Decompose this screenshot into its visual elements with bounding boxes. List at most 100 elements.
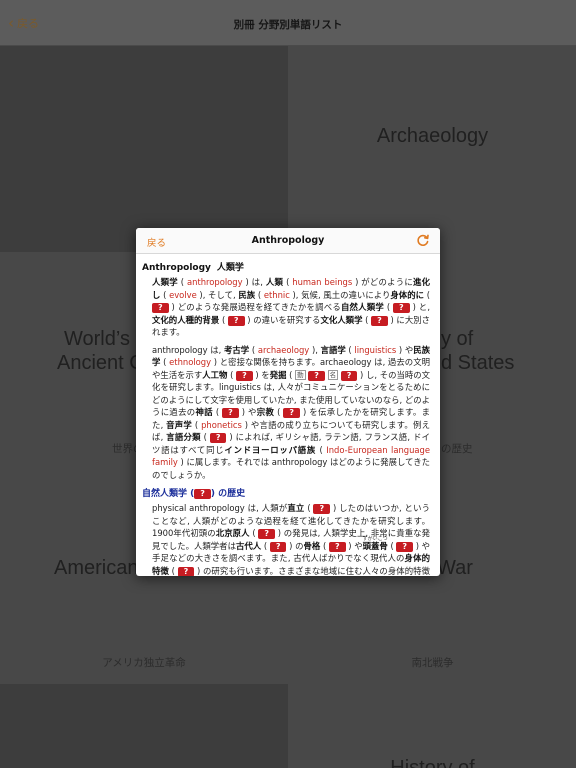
text: ( bbox=[316, 444, 327, 455]
english-term: evolve bbox=[169, 289, 197, 300]
term: 古代人 bbox=[235, 540, 262, 551]
hidden-answer-button[interactable]: ? bbox=[222, 408, 239, 418]
english-term: archaeology bbox=[257, 344, 310, 355]
text: ) や bbox=[345, 540, 363, 551]
popover-header: 戻る Anthropology bbox=[136, 228, 440, 254]
tile-title: War bbox=[437, 557, 473, 579]
hidden-answer-button[interactable]: ? bbox=[393, 303, 410, 313]
text: ( bbox=[387, 540, 397, 551]
term: 考古学 bbox=[224, 344, 250, 355]
hidden-answer-button[interactable]: ? bbox=[308, 370, 325, 381]
text: ( bbox=[160, 289, 170, 300]
text: ( bbox=[255, 289, 264, 300]
ruby-reading: ずがいこつ bbox=[362, 535, 388, 542]
hidden-answer-button[interactable]: ? bbox=[194, 489, 211, 499]
text: ( bbox=[261, 540, 270, 551]
hidden-answer-button[interactable]: ? bbox=[177, 566, 195, 576]
ruby-term: ずがいこつ 頭蓋骨 bbox=[363, 536, 388, 553]
text: ( bbox=[160, 357, 170, 367]
hidden-answer-button[interactable]: ? bbox=[209, 433, 227, 443]
hidden-answer-button[interactable]: ? bbox=[269, 541, 287, 552]
text: 自然人類学 ( bbox=[142, 489, 195, 499]
text: ) どのような発展過程を経てきたかを調べる bbox=[168, 302, 341, 312]
hidden-answer-button[interactable]: ? bbox=[152, 303, 169, 313]
hidden-answer-button[interactable]: ? bbox=[396, 541, 414, 552]
hidden-answer-button[interactable]: ? bbox=[340, 370, 358, 381]
text: ) の違いを研究する bbox=[244, 314, 321, 325]
text: ), 気候, 風土の違いにより bbox=[289, 289, 391, 300]
text: ) と, bbox=[409, 302, 431, 312]
hidden-answer-button[interactable]: ? bbox=[236, 370, 253, 381]
tile-title: World’s bbox=[64, 328, 130, 350]
section-heading-jp: 人類学 bbox=[216, 263, 244, 273]
term: 身体的に bbox=[390, 289, 425, 300]
section-heading: Anthropology 人類学 bbox=[142, 260, 434, 273]
paragraph: physical anthropology は, 人類が直立 ( ? ) したの… bbox=[142, 502, 434, 576]
topic-tile-history[interactable]: History of bbox=[289, 684, 576, 768]
term: 人類学 bbox=[152, 277, 178, 287]
text: ) の歴史 bbox=[210, 489, 246, 499]
tile-subtitle: の歴史 bbox=[441, 443, 473, 455]
hidden-answer-button[interactable]: ? bbox=[227, 315, 245, 326]
term: 直立 bbox=[287, 503, 305, 513]
text: ) や bbox=[238, 407, 257, 417]
topic-tile[interactable] bbox=[0, 46, 288, 252]
text: ( bbox=[200, 432, 210, 442]
text: ( bbox=[168, 565, 178, 576]
term: 人類 bbox=[265, 277, 284, 287]
text: ) がどのように bbox=[352, 277, 414, 287]
text: ( bbox=[227, 369, 237, 380]
text: ) の bbox=[286, 540, 304, 551]
text: ), bbox=[309, 344, 321, 355]
hidden-answer-button[interactable]: ? bbox=[371, 315, 388, 326]
section-heading-en: Anthropology bbox=[142, 263, 211, 273]
popover-content: Anthropology 人類学 人類学 ( anthropology ) は, … bbox=[136, 255, 440, 576]
hidden-answer-button[interactable]: ? bbox=[258, 529, 276, 539]
text: ( bbox=[383, 302, 394, 312]
text: ( bbox=[304, 503, 314, 513]
topic-tile[interactable] bbox=[0, 684, 288, 768]
term: 民族 bbox=[238, 289, 256, 300]
term: 神話 bbox=[195, 407, 213, 417]
text: ), そして, bbox=[196, 289, 239, 300]
tile-title: Archaeology bbox=[376, 125, 489, 147]
part-of-speech-badge: 動 bbox=[295, 369, 306, 380]
text: ( bbox=[212, 407, 223, 417]
text: ( bbox=[362, 314, 372, 325]
term: インドヨーロッパ語族 bbox=[224, 444, 317, 455]
hidden-answer-button[interactable]: ? bbox=[283, 408, 301, 418]
text: ) に属します。それでは anthropology はどのように発展してきたので… bbox=[152, 457, 431, 480]
text: ( bbox=[320, 540, 329, 551]
paragraph: anthropology は, 考古学 ( archaeology ), 言語学… bbox=[142, 344, 434, 482]
term: 音声学 bbox=[166, 419, 193, 430]
term: 言語分類 bbox=[166, 432, 201, 442]
anthropology-popover: 戻る Anthropology Anthropology 人類学 人類学 ( an… bbox=[136, 228, 440, 576]
text: ( bbox=[286, 369, 296, 380]
navigation-bar: ‹ 戻る 別冊 分野別単語リスト bbox=[0, 0, 576, 46]
english-term: human beings bbox=[292, 277, 353, 287]
english-term: phonetics bbox=[201, 419, 242, 430]
text: ( bbox=[283, 277, 293, 287]
refresh-icon[interactable] bbox=[415, 232, 431, 248]
popover-title: Anthropology bbox=[251, 235, 325, 246]
text: physical anthropology は, 人類が bbox=[152, 503, 288, 513]
tile-title-line2: d States bbox=[441, 352, 515, 374]
text: anthropology は, bbox=[152, 344, 224, 355]
text: ( bbox=[219, 314, 228, 325]
term: 北京原人 bbox=[215, 528, 250, 538]
topic-tile-archaeology[interactable]: Archaeology bbox=[289, 46, 576, 252]
term: 骨格 bbox=[303, 540, 321, 551]
tile-title: History of bbox=[390, 757, 475, 768]
tile-title: American bbox=[54, 557, 139, 579]
text: ) を bbox=[252, 369, 270, 380]
tile-title-line2: Ancient C bbox=[57, 352, 144, 374]
english-term: anthropology bbox=[187, 277, 243, 287]
english-term: linguistics bbox=[354, 344, 397, 355]
paragraph: 人類学 ( anthropology ) は, 人類 ( human being… bbox=[142, 276, 434, 339]
english-term: ethnic bbox=[263, 289, 290, 300]
text: ) や bbox=[396, 344, 414, 355]
hidden-answer-button[interactable]: ? bbox=[328, 541, 346, 552]
hidden-answer-button[interactable]: ? bbox=[313, 504, 331, 514]
section-heading-natural-anthropology: 自然人類学 (?) の歴史 bbox=[142, 486, 434, 499]
text: ( bbox=[274, 407, 284, 417]
